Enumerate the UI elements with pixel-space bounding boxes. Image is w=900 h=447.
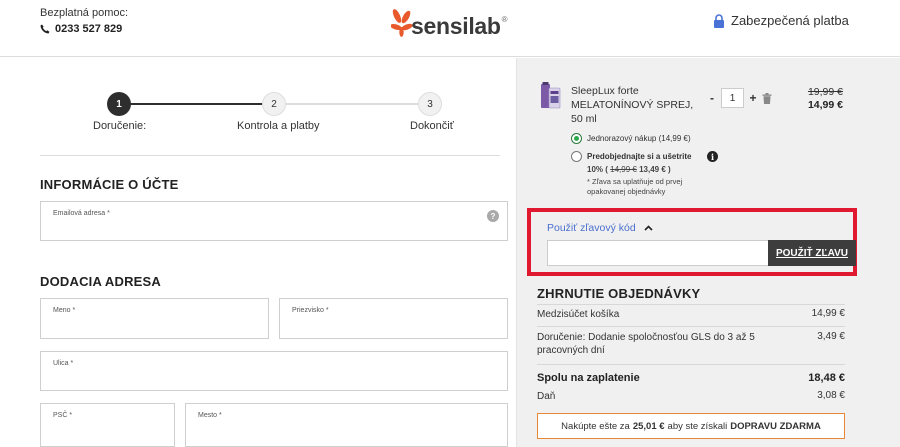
increase-quantity-button[interactable]: + <box>749 91 757 105</box>
total-value: 18,48 € <box>808 372 845 384</box>
discount-code-box: Použiť zľavový kód POUŽIŤ ZĽAVU <box>527 208 857 276</box>
site-header: Bezplatná pomoc: 0233 527 829 sensilab ®… <box>0 0 900 57</box>
brand-logo[interactable]: sensilab ® <box>391 8 508 38</box>
help-phone[interactable]: 0233 527 829 <box>40 23 122 35</box>
tax-value: 3,08 € <box>817 390 845 401</box>
free-shipping-highlight: DOPRAVU ZDARMA <box>730 420 821 432</box>
shipping-value: 3,49 € <box>817 331 845 342</box>
preorder-pct: 10% ( <box>587 165 608 174</box>
one-time-purchase-option[interactable]: Jednorazový nákup (14,99 €) <box>571 132 691 145</box>
step-3-circle[interactable]: 3 <box>418 92 442 116</box>
apply-discount-button[interactable]: POUŽIŤ ZĽAVU <box>768 240 856 266</box>
product-name[interactable]: SleepLux forte MELATONÍNOVÝ SPREJ, 50 ml <box>571 84 699 126</box>
steps-divider <box>40 155 500 156</box>
product-thumbnail[interactable] <box>538 82 562 110</box>
zip-field[interactable]: PSČ * <box>40 403 175 447</box>
preorder-option[interactable]: Predobjednajte si a ušetrite <box>571 150 691 163</box>
phone-number: 0233 527 829 <box>55 23 123 35</box>
shipping-row: Doručenie: Dodanie spoločnosťou GLS do 3… <box>537 331 845 359</box>
delivery-section-title: DODACIA ADRESA <box>40 274 162 289</box>
step-1-circle[interactable]: 1 <box>107 92 131 116</box>
chevron-up-icon[interactable] <box>644 225 653 231</box>
step-remaining-line <box>276 103 430 105</box>
tax-row: Daň 3,08 € <box>537 390 845 404</box>
secure-payment-label: Zabezpečená platba <box>731 13 849 28</box>
subtotal-value: 14,99 € <box>811 308 845 319</box>
decrease-quantity-button[interactable]: - <box>708 91 716 105</box>
secure-payment: Zabezpečená platba <box>713 13 849 28</box>
subtotal-label: Medzisúčet košíka <box>537 309 620 320</box>
step-progress-line <box>118 103 276 105</box>
street-input[interactable] <box>53 370 426 382</box>
summary-divider <box>537 304 845 305</box>
checkout-steps: 1 Doručenie: 2 Kontrola a platby 3 Dokon… <box>40 92 500 152</box>
last-name-input[interactable] <box>292 317 474 329</box>
preorder-price-new: 13,49 € ) <box>639 165 671 174</box>
summary-divider <box>537 326 845 327</box>
preorder-radio[interactable] <box>571 151 582 162</box>
shipping-label: Doručenie: Dodanie spoločnosťou GLS do 3… <box>537 332 755 356</box>
step-2-circle[interactable]: 2 <box>262 92 286 116</box>
total-label: Spolu na zaplatenie <box>537 372 640 384</box>
free-shipping-banner: Nakúpte ešte za 25,01 € aby ste získali … <box>537 413 845 439</box>
email-field[interactable]: Emailová adresa * ? <box>40 201 508 241</box>
preorder-price-old: 14,99 € <box>610 165 637 174</box>
email-field-label: Emailová adresa * <box>53 210 110 217</box>
preorder-note-line-2: opakovanej objednávky <box>587 187 666 196</box>
free-shipping-amount: 25,01 € <box>632 420 665 432</box>
first-name-label: Meno * <box>53 307 76 314</box>
help-label: Bezplatná pomoc: <box>40 7 129 19</box>
last-name-label: Priezvisko * <box>292 307 329 314</box>
zip-label: PSČ * <box>53 412 73 419</box>
first-name-field[interactable]: Meno * <box>40 298 269 339</box>
city-input[interactable] <box>198 422 455 434</box>
brand-name: sensilab <box>411 13 501 39</box>
total-row: Spolu na zaplatenie 18,48 € <box>537 372 845 386</box>
help-icon[interactable]: ? <box>487 210 499 222</box>
discount-code-toggle[interactable]: Použiť zľavový kód <box>547 222 653 234</box>
lock-icon <box>714 13 724 28</box>
zip-input[interactable] <box>53 422 160 434</box>
preorder-price: 10% ( 14,99 € 13,49 € ) <box>587 164 671 175</box>
product-price-old: 19,99 € <box>807 86 843 98</box>
quantity-input[interactable]: 1 <box>721 88 744 108</box>
street-field[interactable]: Ulica * <box>40 351 508 391</box>
step-1-label: Doručenie: <box>93 120 147 132</box>
product-price-new: 14,99 € <box>807 99 843 111</box>
account-section-title: INFORMÁCIE O ÚČTE <box>40 177 179 192</box>
brand-registered-mark: ® <box>501 15 508 24</box>
step-2-label: Kontrola a platby <box>237 120 320 132</box>
last-name-field[interactable]: Priezvisko * <box>279 298 508 339</box>
preorder-label: Predobjednajte si a ušetrite <box>587 152 692 161</box>
summary-divider <box>537 364 845 365</box>
subtotal-row: Medzisúčet košíka 14,99 € <box>537 308 845 322</box>
phone-icon <box>40 24 50 34</box>
trash-icon[interactable] <box>762 92 772 104</box>
discount-code-link[interactable]: Použiť zľavový kód <box>547 222 636 234</box>
free-shipping-text-pre: Nakúpte ešte za <box>561 420 630 432</box>
flower-logo-icon <box>391 9 413 37</box>
city-label: Mesto * <box>198 412 222 419</box>
discount-code-input[interactable] <box>547 240 769 266</box>
street-label: Ulica * <box>53 360 74 367</box>
city-field[interactable]: Mesto * <box>185 403 508 447</box>
order-sidebar: SleepLux forte MELATONÍNOVÝ SPREJ, 50 ml… <box>516 58 900 447</box>
one-time-label: Jednorazový nákup (14,99 €) <box>587 134 691 143</box>
step-3-label: Dokončiť <box>410 120 454 132</box>
first-name-input[interactable] <box>53 317 235 329</box>
checkout-form: 1 Doručenie: 2 Kontrola a platby 3 Dokon… <box>0 58 516 447</box>
quantity-stepper: - 1 + <box>708 88 772 108</box>
tax-label: Daň <box>537 391 556 402</box>
free-shipping-text-mid: aby ste získali <box>667 420 728 432</box>
summary-title: ZHRNUTIE OBJEDNÁVKY <box>537 286 701 301</box>
info-icon[interactable]: i <box>707 151 718 162</box>
email-input[interactable] <box>53 220 426 232</box>
one-time-radio[interactable] <box>571 133 582 144</box>
